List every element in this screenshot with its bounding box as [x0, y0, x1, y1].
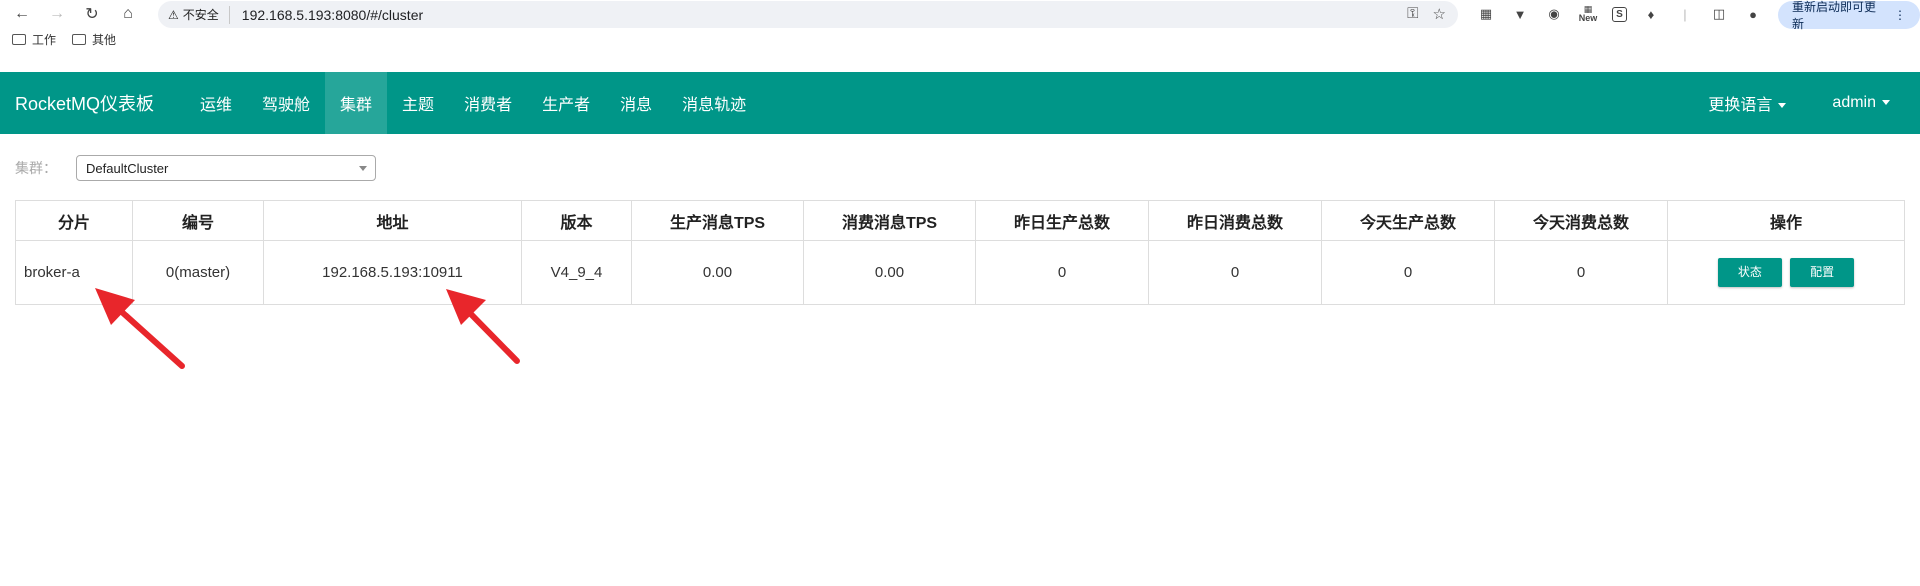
- bookmark-folder-other[interactable]: 其他: [72, 31, 116, 48]
- security-label: 不安全: [182, 8, 219, 22]
- cluster-filter: 集群： DefaultCluster: [15, 155, 376, 181]
- cell-produce-tps: 0.00: [631, 240, 804, 305]
- extension-grid-icon[interactable]: ▦: [1476, 4, 1496, 24]
- language-dropdown[interactable]: 更换语言: [1708, 91, 1787, 115]
- cell-index: 0(master): [132, 240, 264, 305]
- select-arrow-icon: [359, 166, 367, 171]
- circle-extension-icon[interactable]: ◉: [1544, 4, 1564, 24]
- side-panel-icon[interactable]: ◫: [1709, 4, 1729, 24]
- cell-actions: 状态 配置: [1667, 240, 1905, 305]
- broker-table: 分片 编号 地址 版本 生产消息TPS 消费消息TPS 昨日生产总数 昨日消费总…: [15, 200, 1905, 305]
- col-header-version: 版本: [521, 200, 632, 241]
- cell-address: 192.168.5.193:10911: [263, 240, 522, 305]
- folder-icon: [72, 33, 87, 45]
- cell-consume-tps: 0.00: [803, 240, 976, 305]
- col-header-yesterday-produce: 昨日生产总数: [975, 200, 1149, 241]
- more-menu-icon[interactable]: ⋮: [1894, 8, 1906, 22]
- cell-shard: broker-a: [15, 240, 133, 305]
- col-header-shard: 分片: [15, 200, 133, 241]
- bookmark-star-icon[interactable]: ☆: [1433, 5, 1446, 23]
- security-chip[interactable]: ⚠ 不安全: [168, 5, 230, 24]
- toolbar-divider: |: [1683, 6, 1687, 22]
- profile-avatar-icon[interactable]: ●: [1743, 4, 1763, 24]
- nav-item-message[interactable]: 消息: [605, 72, 667, 134]
- cluster-filter-label: 集群：: [15, 160, 57, 176]
- caret-down-icon: [1882, 100, 1890, 106]
- new-extension-icon[interactable]: ▦ New: [1578, 4, 1598, 24]
- nav-item-message-trace[interactable]: 消息轨迹: [667, 72, 761, 134]
- vue-devtools-icon[interactable]: ▼: [1510, 4, 1530, 24]
- cell-today-consume: 0: [1494, 240, 1668, 305]
- nav-item-cluster[interactable]: 集群: [325, 72, 388, 134]
- back-icon[interactable]: ←: [8, 0, 36, 28]
- forward-icon[interactable]: →: [43, 0, 71, 28]
- nav-item-consumer[interactable]: 消费者: [449, 72, 527, 134]
- table-header-row: 分片 编号 地址 版本 生产消息TPS 消费消息TPS 昨日生产总数 昨日消费总…: [15, 200, 1905, 241]
- home-icon[interactable]: ⌂: [114, 0, 142, 28]
- user-dropdown[interactable]: admin: [1832, 94, 1890, 112]
- table-row: broker-a 0(master) 192.168.5.193:10911 V…: [15, 240, 1905, 305]
- reload-icon[interactable]: ↻: [78, 0, 106, 28]
- col-header-produce-tps: 生产消息TPS: [631, 200, 804, 241]
- address-bar[interactable]: ⚠ 不安全 192.168.5.193:8080/#/cluster ⚿ ☆: [158, 1, 1458, 28]
- col-header-today-consume: 今天消费总数: [1494, 200, 1668, 241]
- cell-yesterday-consume: 0: [1148, 240, 1322, 305]
- url-text[interactable]: 192.168.5.193:8080/#/cluster: [242, 7, 423, 23]
- nav-item-ops[interactable]: 运维: [185, 72, 247, 134]
- nav-item-producer[interactable]: 生产者: [527, 72, 605, 134]
- bookmark-folder-work[interactable]: 工作: [12, 31, 56, 48]
- col-header-consume-tps: 消费消息TPS: [803, 200, 976, 241]
- bookmarks-bar: 工作 其他: [0, 28, 1920, 50]
- cell-today-produce: 0: [1321, 240, 1495, 305]
- restart-update-button[interactable]: 重新启动即可更新 ⋮: [1778, 0, 1920, 31]
- brand-logo[interactable]: RocketMQ仪表板: [0, 90, 185, 116]
- col-header-actions: 操作: [1667, 200, 1905, 241]
- cluster-select[interactable]: DefaultCluster: [76, 155, 376, 181]
- col-header-today-produce: 今天生产总数: [1321, 200, 1495, 241]
- folder-icon: [12, 33, 26, 45]
- browser-toolbar: ← → ↻ ⌂ ⚠ 不安全 192.168.5.193:8080/#/clust…: [0, 0, 1920, 31]
- status-button[interactable]: 状态: [1717, 258, 1782, 287]
- key-icon[interactable]: ⚿: [1407, 5, 1418, 23]
- app-navbar: RocketMQ仪表板 运维 驾驶舱 集群 主题 消费者 生产者 消息 消息轨迹…: [0, 72, 1920, 134]
- s-extension-icon[interactable]: S: [1612, 6, 1627, 22]
- puzzle-extensions-icon[interactable]: ♦: [1641, 4, 1661, 24]
- nav-item-dashboard[interactable]: 驾驶舱: [247, 72, 325, 134]
- caret-down-icon: [1778, 103, 1787, 109]
- warning-icon: ⚠: [168, 7, 179, 22]
- nav-item-topic[interactable]: 主题: [387, 72, 449, 134]
- cell-yesterday-produce: 0: [975, 240, 1149, 305]
- cell-version: V4_9_4: [521, 240, 632, 305]
- col-header-address: 地址: [263, 200, 522, 241]
- config-button[interactable]: 配置: [1790, 258, 1855, 287]
- col-header-index: 编号: [132, 200, 264, 241]
- col-header-yesterday-consume: 昨日消费总数: [1148, 200, 1322, 241]
